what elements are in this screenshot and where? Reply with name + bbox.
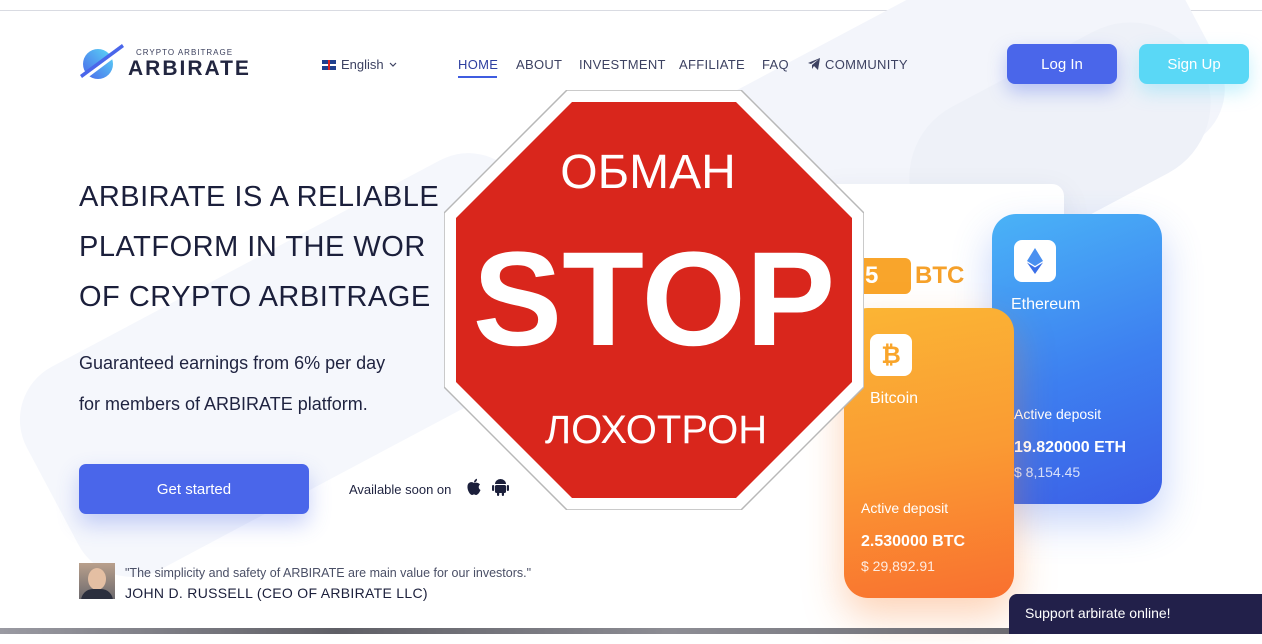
get-started-button[interactable]: Get started	[79, 464, 309, 514]
stop-sign: ОБМАН STOP ЛОХОТРОН	[444, 90, 864, 510]
support-chat-button[interactable]: Support arbirate online!	[1009, 594, 1262, 634]
testimonial-author: JOHN D. RUSSELL (CEO OF ARBIRATE LLC)	[125, 585, 428, 601]
stop-sign-main-text: STOP	[473, 225, 835, 374]
uk-flag-icon	[322, 59, 336, 70]
nav-investment[interactable]: INVESTMENT	[579, 57, 666, 72]
chevron-down-icon	[389, 62, 397, 67]
stop-sign-top-text: ОБМАН	[560, 146, 736, 199]
hero-title-line: PLATFORM IN THE WOR	[79, 231, 426, 263]
signup-button[interactable]: Sign Up	[1139, 44, 1249, 84]
nav-home[interactable]: HOME	[458, 57, 498, 72]
login-button[interactable]: Log In	[1007, 44, 1117, 84]
language-selector[interactable]: English	[322, 57, 397, 72]
site-logo[interactable]: CRYPTO ARBITRAGE ARBIRATE	[78, 42, 258, 86]
ethereum-amount: 19.820000 ETH	[1014, 439, 1127, 456]
nav-faq[interactable]: FAQ	[762, 57, 789, 72]
ceo-avatar	[79, 563, 115, 599]
nav-community[interactable]: COMMUNITY	[825, 57, 908, 72]
bitcoin-usd: $ 29,892.91	[861, 558, 935, 574]
language-label: English	[341, 57, 384, 72]
available-soon-text: Available soon on	[349, 482, 452, 497]
logo-subtitle: CRYPTO ARBITRAGE	[136, 48, 234, 57]
telegram-icon	[808, 58, 820, 70]
bitcoin-deposit-label: Active deposit	[861, 500, 949, 516]
hero-subtitle-line: Guaranteed earnings from 6% per day	[79, 353, 386, 373]
hero-title-line: OF CRYPTO ARBITRAGE	[79, 281, 431, 313]
bottom-strip	[0, 628, 1010, 634]
bitcoin-name: Bitcoin	[870, 390, 919, 407]
ethereum-usd: $ 8,154.45	[1014, 464, 1081, 480]
ethereum-name: Ethereum	[1011, 296, 1081, 313]
hero-title-line: ARBIRATE IS A RELIABLE	[79, 181, 440, 213]
nav-about[interactable]: ABOUT	[516, 57, 562, 72]
logo-name: ARBIRATE	[128, 57, 251, 80]
bitcoin-card: ₿ Bitcoin Active deposit 2.530000 BTC $ …	[844, 308, 1014, 598]
nav-active-indicator	[458, 76, 497, 78]
nav-affiliate[interactable]: AFFILIATE	[679, 57, 745, 72]
bitcoin-icon: ₿	[870, 334, 912, 376]
bitcoin-amount: 2.530000 BTC	[861, 533, 966, 550]
ethereum-card: Ethereum Active deposit 19.820000 ETH $ …	[992, 214, 1162, 504]
stop-sign-bottom-text: ЛОХОТРОН	[545, 408, 767, 452]
ethereum-icon	[1014, 240, 1056, 282]
ethereum-deposit-label: Active deposit	[1014, 406, 1102, 422]
testimonial-quote: "The simplicity and safety of ARBIRATE a…	[125, 566, 532, 580]
hero-subtitle-line: for members of ARBIRATE platform.	[79, 394, 368, 414]
logo-mark-icon	[78, 44, 124, 82]
btc-banner-unit: BTC	[915, 262, 965, 289]
